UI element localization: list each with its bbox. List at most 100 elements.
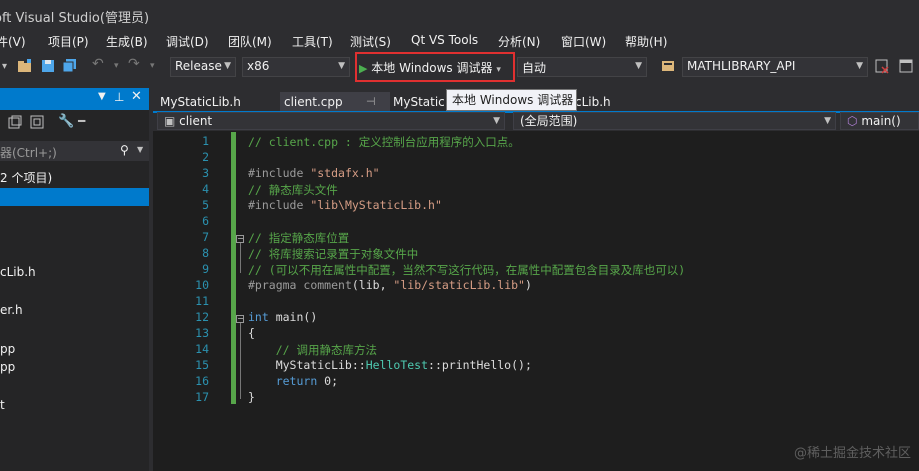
menu-team[interactable]: 团队(M) bbox=[228, 33, 272, 50]
search-placeholder: 器(Ctrl+;) bbox=[0, 146, 57, 160]
code-line: #include "lib\MyStaticLib.h" bbox=[248, 198, 442, 212]
properties-wrench-icon[interactable]: 🔧 bbox=[58, 114, 74, 129]
code-line: // 调用静态库方法 bbox=[275, 343, 377, 357]
line-number: 1 bbox=[202, 134, 209, 148]
platform-select[interactable]: x86 ▼ bbox=[242, 57, 350, 77]
line-number: 4 bbox=[202, 182, 209, 196]
menu-tools[interactable]: 工具(T) bbox=[292, 33, 333, 50]
tab-label: client.cpp bbox=[284, 95, 343, 109]
chevron-down-icon: ▼ bbox=[856, 61, 863, 71]
line-number: 12 bbox=[195, 310, 209, 324]
tab-mystaticlib[interactable]: MyStatic bbox=[389, 92, 449, 112]
line-number: 11 bbox=[195, 294, 209, 308]
save-all-icon[interactable] bbox=[62, 58, 78, 74]
debug-mode-select[interactable]: 自动 ▼ bbox=[517, 57, 647, 77]
project-nav-select[interactable]: ▣ client ▼ bbox=[157, 112, 505, 130]
menu-build[interactable]: 生成(B) bbox=[106, 33, 148, 50]
line-number: 8 bbox=[202, 246, 209, 260]
tree-item[interactable]: t bbox=[0, 398, 5, 412]
menu-analyze[interactable]: 分析(N) bbox=[498, 33, 540, 50]
chevron-down-icon[interactable]: ▼ bbox=[137, 145, 143, 154]
member-nav-value: main() bbox=[861, 114, 901, 128]
chevron-down-icon: ▼ bbox=[224, 61, 231, 71]
line-number: 7 bbox=[202, 230, 209, 244]
code-line: } bbox=[248, 390, 255, 404]
undo-icon[interactable]: ↶ bbox=[92, 56, 108, 72]
search-icon[interactable]: ⚲ bbox=[120, 143, 129, 157]
line-number: 13 bbox=[195, 326, 209, 340]
code-line: // 将库搜索记录置于对象文件中 bbox=[248, 247, 419, 261]
selected-project-node[interactable] bbox=[0, 188, 149, 206]
menu-debug[interactable]: 调试(D) bbox=[166, 33, 209, 50]
tree-item[interactable]: pp bbox=[0, 342, 15, 356]
solution-config-select[interactable]: Release ▼ bbox=[170, 57, 236, 77]
tab-client-cpp[interactable]: client.cpp ⊣ bbox=[280, 92, 390, 112]
code-line: // 静态库头文件 bbox=[248, 183, 338, 197]
code-line: return 0; bbox=[275, 374, 339, 388]
change-indicator-bar bbox=[231, 132, 236, 404]
menu-test[interactable]: 测试(S) bbox=[350, 33, 391, 50]
scope-nav-value: (全局范围) bbox=[520, 114, 578, 128]
scope-nav-select[interactable]: (全局范围) ▼ bbox=[513, 112, 836, 130]
menu-help[interactable]: 帮助(H) bbox=[625, 33, 667, 50]
search-box[interactable]: 器(Ctrl+;) ⚲ ▼ bbox=[0, 141, 149, 161]
project-nav-value: client bbox=[179, 114, 213, 128]
tree-item[interactable]: pp bbox=[0, 360, 15, 374]
dropdown-arrow-icon[interactable]: ▾ bbox=[2, 61, 18, 77]
window-title: oft Visual Studio(管理员) bbox=[0, 11, 150, 26]
collapse-toggle[interactable]: − bbox=[236, 315, 244, 323]
tab-mystaticlib-h[interactable]: MyStaticLib.h bbox=[156, 92, 245, 112]
menu-project[interactable]: 项目(P) bbox=[48, 33, 89, 50]
code-line: // (可以不用在属性中配置，当然不写这行代码，在属性中配置包含目录及库也可以) bbox=[248, 263, 686, 277]
platform-value: x86 bbox=[247, 59, 270, 73]
line-number: 6 bbox=[202, 214, 209, 228]
menu-bar: 件(V) 项目(P) 生成(B) 调试(D) 团队(M) 工具(T) 测试(S)… bbox=[0, 30, 919, 52]
window-layout-icon[interactable] bbox=[898, 58, 914, 74]
solution-node[interactable]: 2 个项目) bbox=[0, 169, 52, 186]
title-bar: oft Visual Studio(管理员) bbox=[0, 0, 919, 30]
collapse-toggle[interactable]: − bbox=[236, 235, 244, 243]
close-icon[interactable]: ✕ bbox=[131, 89, 142, 104]
minus-icon[interactable]: ━ bbox=[78, 114, 85, 128]
debug-mode-value: 自动 bbox=[522, 61, 547, 75]
pin-icon[interactable]: ⊣ bbox=[366, 92, 376, 112]
code-line: { bbox=[248, 326, 255, 340]
member-nav-select[interactable]: ⬡ main() bbox=[840, 112, 919, 130]
tooltip: 本地 Windows 调试器 bbox=[446, 89, 577, 111]
menu-window[interactable]: 窗口(W) bbox=[561, 33, 606, 50]
code-line: // 指定静态库位置 bbox=[248, 231, 350, 245]
redo-dropdown-icon[interactable]: ▾ bbox=[150, 61, 166, 77]
menu-view[interactable]: 件(V) bbox=[0, 33, 26, 50]
solution-explorer-toolbar: 🔧 ━ bbox=[0, 112, 149, 134]
line-number: 5 bbox=[202, 198, 209, 212]
highlight-box bbox=[355, 52, 515, 82]
method-icon: ⬡ bbox=[847, 114, 858, 128]
find-icon[interactable] bbox=[660, 58, 676, 74]
chevron-down-icon: ▼ bbox=[493, 116, 500, 126]
line-number: 14 bbox=[195, 342, 209, 356]
tab-mystaticlib-h-2[interactable]: cLib.h bbox=[571, 92, 615, 112]
chevron-down-icon: ▼ bbox=[338, 61, 345, 71]
code-line: // client.cpp : 定义控制台应用程序的入口点。 bbox=[248, 135, 520, 149]
panel-dropdown-icon[interactable]: ▼ bbox=[98, 91, 106, 102]
open-folder-icon[interactable] bbox=[17, 58, 33, 74]
line-number: 9 bbox=[202, 262, 209, 276]
tree-item[interactable]: er.h bbox=[0, 303, 23, 317]
solution-explorer-header: ▼ ⊥ ✕ bbox=[0, 88, 149, 110]
line-number: 15 bbox=[195, 358, 209, 372]
line-number: 17 bbox=[195, 390, 209, 404]
pin-icon[interactable]: ⊥ bbox=[114, 90, 124, 104]
collapse-all-icon[interactable] bbox=[30, 115, 44, 132]
solution-explorer-icon[interactable] bbox=[874, 58, 890, 74]
tree-item[interactable]: cLib.h bbox=[0, 265, 36, 279]
solution-config-value: Release bbox=[175, 59, 222, 73]
save-icon[interactable] bbox=[40, 58, 56, 74]
line-number: 10 bbox=[195, 278, 209, 292]
line-number: 16 bbox=[195, 374, 209, 388]
redo-icon[interactable]: ↷ bbox=[128, 56, 144, 72]
sync-icon[interactable] bbox=[8, 115, 22, 132]
find-combo[interactable]: MATHLIBRARY_API ▼ bbox=[682, 57, 868, 77]
code-line: MyStaticLib::HelloTest::printHello(); bbox=[248, 358, 532, 372]
menu-qt-vs-tools[interactable]: Qt VS Tools bbox=[411, 33, 478, 47]
chevron-down-icon: ▼ bbox=[824, 116, 831, 126]
